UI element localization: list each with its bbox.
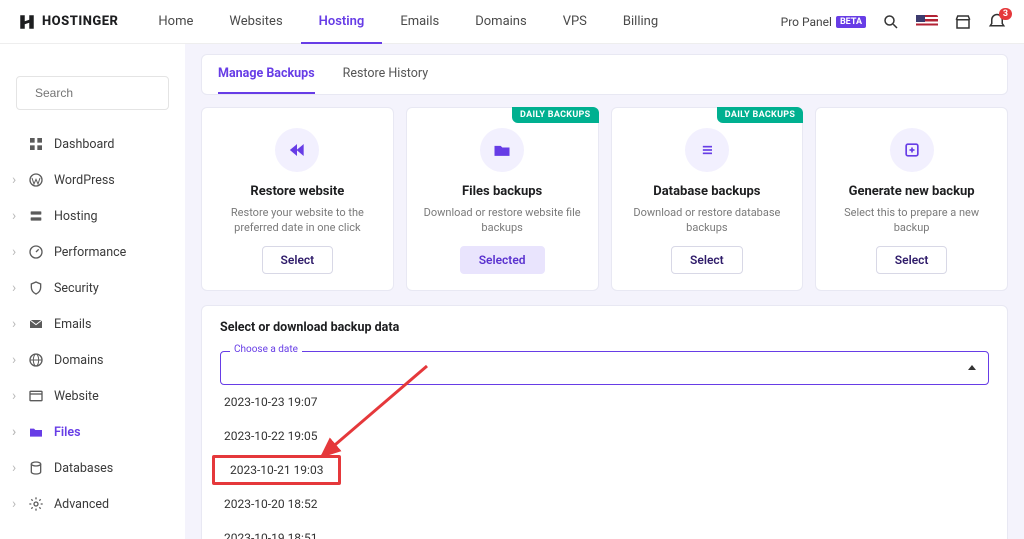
sidebar-item-emails[interactable]: Emails — [16, 306, 169, 342]
date-option[interactable]: 2023-10-19 18:51 — [202, 521, 1007, 539]
beta-badge: BETA — [836, 16, 866, 28]
nav-link-domains[interactable]: Domains — [457, 0, 544, 44]
list-icon — [685, 128, 729, 172]
sidebar-item-website[interactable]: Website — [16, 378, 169, 414]
date-option[interactable]: 2023-10-20 18:52 — [202, 487, 1007, 521]
notifications-count: 3 — [999, 8, 1012, 20]
sidebar-item-label: Hosting — [54, 209, 98, 224]
card-title: Files backups — [419, 184, 586, 199]
daily-backups-badge: DAILY BACKUPS — [717, 107, 803, 123]
server-icon — [28, 208, 44, 224]
sidebar-item-hosting[interactable]: Hosting — [16, 198, 169, 234]
pro-panel-label: Pro Panel — [781, 15, 832, 29]
card-select-button[interactable]: Select — [671, 246, 743, 274]
sidebar: Dashboard WordPress Hosting Performance Secu… — [0, 44, 185, 539]
nav-links: HomeWebsitesHostingEmailsDomainsVPSBilli… — [140, 0, 676, 44]
sidebar-item-label: Databases — [54, 461, 113, 476]
backup-cards: Restore website Restore your website to t… — [201, 107, 1008, 291]
panel-title: Select or download backup data — [220, 320, 989, 335]
card-select-button[interactable]: Select — [262, 246, 334, 274]
date-options-list: 2023-10-23 19:072023-10-22 19:052023-10-… — [202, 385, 1007, 539]
tab-manage-backups[interactable]: Manage Backups — [218, 55, 315, 94]
sidebar-item-label: Dashboard — [54, 137, 114, 152]
wordpress-icon — [28, 172, 44, 188]
brand-text: HOSTINGER — [42, 14, 118, 29]
card-description: Select this to prepare a new backup — [828, 205, 995, 236]
card-restore-website: Restore website Restore your website to t… — [201, 107, 394, 291]
card-description: Restore your website to the preferred da… — [214, 205, 381, 236]
mail-icon — [28, 316, 44, 332]
sidebar-item-performance[interactable]: Performance — [16, 234, 169, 270]
dashboard-icon — [28, 136, 44, 152]
sidebar-item-domains[interactable]: Domains — [16, 342, 169, 378]
db-icon — [28, 460, 44, 476]
date-option[interactable]: 2023-10-23 19:07 — [202, 385, 1007, 419]
rewind-icon — [275, 128, 319, 172]
nav-link-hosting[interactable]: Hosting — [301, 0, 383, 44]
nav-link-emails[interactable]: Emails — [382, 0, 457, 44]
daily-backups-badge: DAILY BACKUPS — [512, 107, 598, 123]
sidebar-item-files[interactable]: Files — [16, 414, 169, 450]
folder-icon — [28, 424, 44, 440]
caret-up-icon — [968, 365, 976, 370]
sidebar-item-label: Domains — [54, 353, 104, 368]
sidebar-item-dashboard[interactable]: Dashboard — [16, 126, 169, 162]
top-nav: HOSTINGER HomeWebsitesHostingEmailsDomai… — [0, 0, 1024, 44]
shield-icon — [28, 280, 44, 296]
sidebar-item-label: Files — [54, 425, 81, 440]
globe-icon — [28, 352, 44, 368]
sidebar-item-label: Performance — [54, 245, 126, 260]
sidebar-search-input[interactable] — [35, 86, 185, 100]
sidebar-item-label: Advanced — [54, 497, 109, 512]
sidebar-item-label: Emails — [54, 317, 91, 332]
domain-hint — [16, 48, 169, 66]
gear-icon — [28, 496, 44, 512]
sidebar-search[interactable] — [16, 76, 169, 110]
sidebar-item-label: Website — [54, 389, 99, 404]
folder-icon — [480, 128, 524, 172]
card-title: Generate new backup — [828, 184, 995, 199]
pro-panel-link[interactable]: Pro Panel BETA — [781, 15, 866, 29]
card-title: Restore website — [214, 184, 381, 199]
tab-restore-history[interactable]: Restore History — [343, 55, 429, 94]
card-select-button[interactable]: Selected — [460, 246, 545, 274]
card-title: Database backups — [624, 184, 791, 199]
window-icon — [28, 388, 44, 404]
sidebar-item-security[interactable]: Security — [16, 270, 169, 306]
sidebar-item-wordpress[interactable]: WordPress — [16, 162, 169, 198]
card-description: Download or restore website file backups — [419, 205, 586, 236]
store-icon[interactable] — [954, 13, 972, 31]
date-field[interactable] — [220, 351, 989, 385]
locale-flag-us[interactable] — [916, 15, 938, 29]
card-select-button[interactable]: Select — [876, 246, 948, 274]
nav-link-websites[interactable]: Websites — [211, 0, 300, 44]
backup-data-panel: Select or download backup data Choose a … — [201, 305, 1008, 539]
card-files-backups: DAILY BACKUPS Files backups Download or re… — [406, 107, 599, 291]
plus-icon — [890, 128, 934, 172]
hostinger-logo-icon — [18, 13, 36, 31]
brand-logo[interactable]: HOSTINGER — [18, 13, 118, 31]
card-database-backups: DAILY BACKUPS Database backups Download or… — [611, 107, 804, 291]
card-generate-new-backup: Generate new backup Select this to prepar… — [815, 107, 1008, 291]
sidebar-item-databases[interactable]: Databases — [16, 450, 169, 486]
sidebar-item-label: WordPress — [54, 173, 115, 188]
nav-link-vps[interactable]: VPS — [545, 0, 605, 44]
nav-link-home[interactable]: Home — [140, 0, 211, 44]
gauge-icon — [28, 244, 44, 260]
search-icon[interactable] — [882, 13, 900, 31]
sidebar-item-label: Security — [54, 281, 99, 296]
nav-right: Pro Panel BETA 3 — [781, 13, 1006, 31]
backup-tabs: Manage Backups Restore History — [201, 54, 1008, 95]
date-field-label: Choose a date — [230, 344, 302, 355]
notifications-icon[interactable]: 3 — [988, 13, 1006, 31]
sidebar-item-advanced[interactable]: Advanced — [16, 486, 169, 522]
date-option[interactable]: 2023-10-22 19:05 — [202, 419, 1007, 453]
nav-link-billing[interactable]: Billing — [605, 0, 676, 44]
date-option[interactable]: 2023-10-21 19:03 — [212, 455, 341, 485]
main-content: Manage Backups Restore History Restore we… — [185, 44, 1024, 539]
card-description: Download or restore database backups — [624, 205, 791, 236]
date-picker[interactable]: Choose a date — [220, 351, 989, 385]
